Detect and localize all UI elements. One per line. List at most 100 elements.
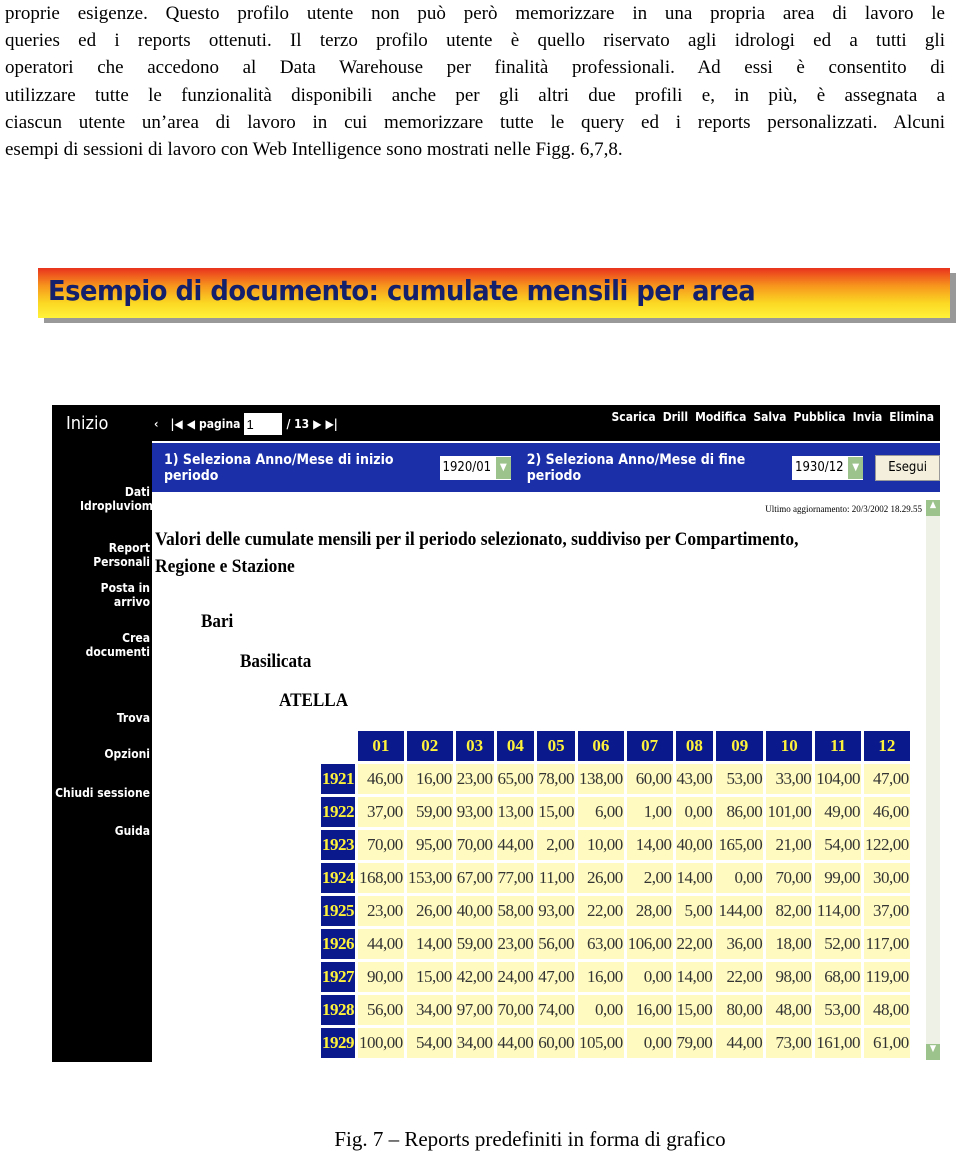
value-cell: 14,00 (406, 929, 453, 959)
value-cell: 42,00 (455, 962, 494, 992)
value-cell: 16,00 (406, 764, 453, 794)
column-header: 12 (864, 731, 910, 761)
last-updated: Ultimo aggiornamento: 20/3/2002 18.29.55 (765, 504, 922, 514)
value-cell: 80,00 (716, 995, 764, 1025)
scroll-down-icon[interactable]: ▼ (926, 1044, 940, 1060)
table-row: 1921 46,00 16,00 23,00 65,00 78,00 138,00 60,00… (321, 764, 910, 794)
value-cell: 105,00 (578, 1028, 624, 1058)
value-cell: 86,00 (716, 797, 764, 827)
value-cell: 2,00 (626, 863, 673, 893)
year-cell: 1922 (321, 797, 355, 827)
value-cell: 54,00 (406, 1028, 453, 1058)
value-cell: 46,00 (864, 797, 910, 827)
value-cell: 119,00 (864, 962, 910, 992)
value-cell: 63,00 (578, 929, 624, 959)
paragraph-line: queries ed i reports ottenuti. Il terzo … (5, 30, 945, 52)
value-cell: 40,00 (455, 896, 494, 926)
sidebar-item[interactable]: Crea documenti (80, 631, 150, 659)
value-cell: 117,00 (864, 929, 910, 959)
web-intelligence-screenshot: Inizio ‹ |◀ ◀ pagina / 13 ▶ ▶| Scarica Dr… (52, 405, 940, 1062)
report-title: Valori delle cumulate mensili per il per… (155, 529, 799, 577)
page-input[interactable] (244, 413, 283, 435)
top-toolbar: Inizio ‹ |◀ ◀ pagina / 13 ▶ ▶| Scarica Dr… (52, 405, 940, 441)
sidebar-item[interactable]: Posta in arrivo (80, 581, 150, 609)
year-cell: 1926 (321, 929, 355, 959)
value-cell: 47,00 (537, 962, 575, 992)
scroll-up-icon[interactable]: ▲ (926, 500, 940, 516)
value-cell: 37,00 (358, 797, 404, 827)
value-cell: 33,00 (766, 764, 813, 794)
value-cell: 48,00 (864, 995, 910, 1025)
start-period-select[interactable]: 1920/01 ▼ (439, 455, 511, 480)
vertical-scrollbar[interactable]: ▲ ▼ (926, 500, 940, 1060)
value-cell: 44,00 (496, 1028, 535, 1058)
body-paragraph: proprie esigenze. Questo profilo utente … (5, 0, 945, 163)
column-header: 02 (406, 731, 453, 761)
sidebar-item[interactable]: Report Personali (52, 541, 150, 569)
value-cell: 16,00 (626, 995, 673, 1025)
menu-elimina[interactable]: Elimina (889, 410, 934, 424)
value-cell: 59,00 (406, 797, 453, 827)
collapse-icon[interactable]: ‹ (154, 417, 158, 431)
regione-label: Basilicata (240, 651, 312, 672)
value-cell: 23,00 (496, 929, 535, 959)
sidebar-item[interactable]: Guida (115, 824, 150, 838)
value-cell: 5,00 (675, 896, 714, 926)
menu-scarica[interactable]: Scarica (612, 410, 656, 424)
run-button[interactable]: Esegui (875, 454, 940, 481)
table-row: 1923 70,00 95,00 70,00 44,00 2,00 10,00 14,00 40… (321, 830, 910, 860)
value-cell: 73,00 (766, 1028, 813, 1058)
value-cell: 36,00 (716, 929, 764, 959)
column-header: 05 (537, 731, 575, 761)
menu-pubblica[interactable]: Pubblica (793, 410, 845, 424)
column-header: 09 (716, 731, 764, 761)
value-cell: 100,00 (358, 1028, 404, 1058)
value-cell: 53,00 (815, 995, 861, 1025)
sidebar-item[interactable]: Dati Idropluviometrici (80, 485, 185, 513)
menu-salva[interactable]: Salva (753, 410, 786, 424)
next-page-icon[interactable]: ▶ (313, 417, 321, 431)
end-period-select[interactable]: 1930/12 ▼ (792, 455, 864, 480)
value-cell: 18,00 (766, 929, 813, 959)
value-cell: 97,00 (455, 995, 494, 1025)
value-cell: 56,00 (358, 995, 404, 1025)
last-page-icon[interactable]: ▶| (325, 417, 337, 431)
column-header: 03 (455, 731, 494, 761)
value-cell: 14,00 (626, 830, 673, 860)
value-cell: 70,00 (496, 995, 535, 1025)
table-row: 1928 56,00 34,00 97,00 70,00 74,00 0,00 16,00 15… (321, 995, 910, 1025)
value-cell: 46,00 (358, 764, 404, 794)
value-cell: 144,00 (716, 896, 764, 926)
value-cell: 24,00 (496, 962, 535, 992)
page-label: pagina (199, 417, 241, 431)
year-cell: 1929 (321, 1028, 355, 1058)
column-header: 08 (675, 731, 714, 761)
sidebar-item[interactable]: Chiudi sessione (55, 786, 150, 800)
end-period-value: 1930/12 (795, 460, 844, 475)
value-cell: 106,00 (626, 929, 673, 959)
year-cell: 1921 (321, 764, 355, 794)
menu-modifica[interactable]: Modifica (695, 410, 746, 424)
sidebar-item[interactable]: Trova (117, 711, 150, 725)
paragraph-line: proprie esigenze. Questo profilo utente … (5, 3, 945, 24)
value-cell: 43,00 (675, 764, 714, 794)
value-cell: 13,00 (496, 797, 535, 827)
first-page-icon[interactable]: |◀ (170, 417, 182, 431)
stazione-label: ATELLA (279, 690, 349, 711)
paragraph-line: esempi di sessioni di lavoro con Web Int… (5, 139, 623, 161)
home-link[interactable]: Inizio (66, 413, 108, 434)
value-cell: 61,00 (864, 1028, 910, 1058)
value-cell: 67,00 (455, 863, 494, 893)
value-cell: 30,00 (864, 863, 910, 893)
sidebar-item[interactable]: Opzioni (104, 747, 150, 761)
prev-page-icon[interactable]: ◀ (187, 417, 195, 431)
column-header: 04 (496, 731, 535, 761)
value-cell: 1,00 (626, 797, 673, 827)
end-period-label: 2) Seleziona Anno/Mese di fine periodo (526, 451, 746, 484)
value-cell: 98,00 (766, 962, 813, 992)
value-cell: 0,00 (626, 962, 673, 992)
menu-invia[interactable]: Invia (853, 410, 883, 424)
menu-drill[interactable]: Drill (663, 410, 688, 424)
monthly-cumulative-table: 01 02 03 04 05 06 07 08 09 10 11 12 1921 46,00 16,00 23… (318, 728, 913, 1061)
sidebar: Dati Idropluviometrici Report Personali Po… (52, 441, 185, 1062)
